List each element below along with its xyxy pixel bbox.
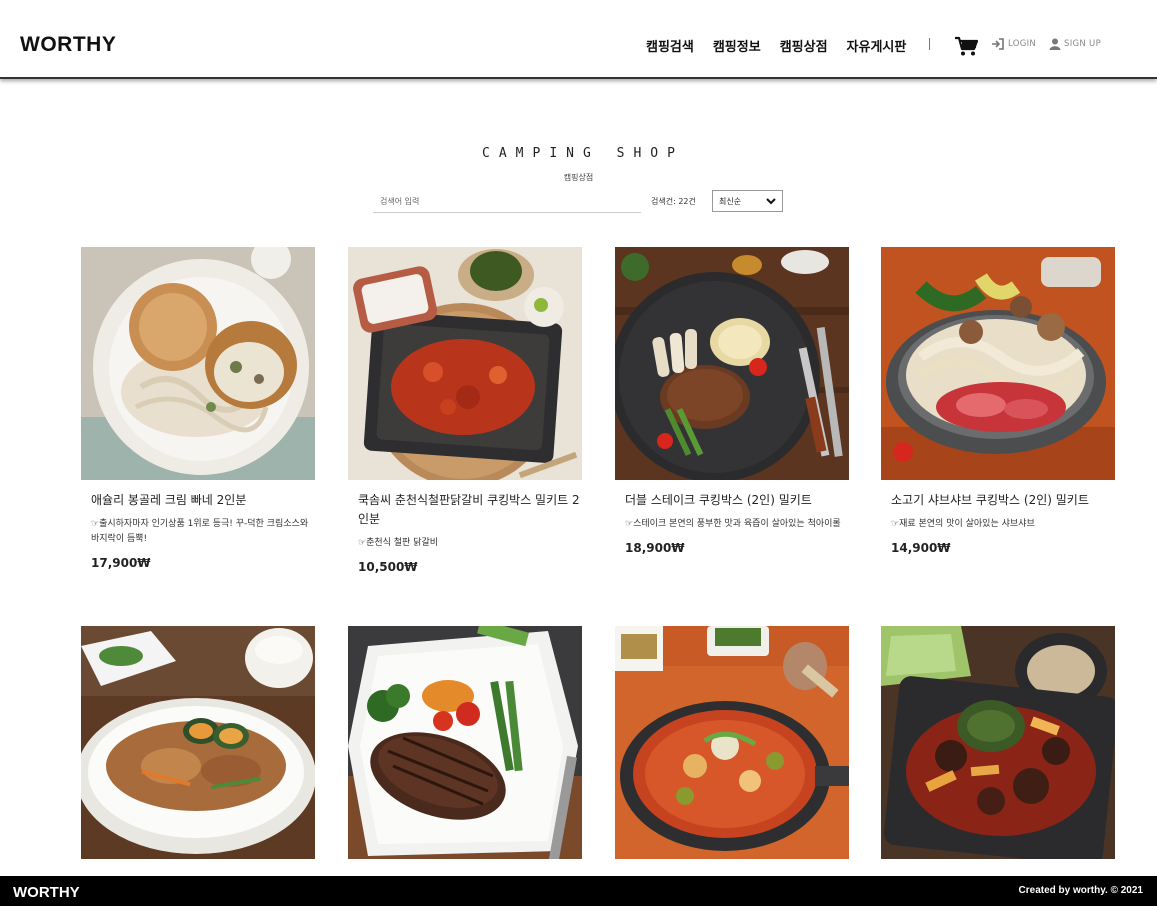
product-desc: ☞재료 본연의 맛이 살아있는 샤브샤브 [891, 519, 1035, 529]
product-image-grilled-steak[interactable] [348, 626, 582, 859]
product-card[interactable] [615, 626, 849, 870]
page-title: CAMPING SHOP [482, 146, 684, 161]
login-icon [992, 38, 1004, 50]
product-desc: ☞춘천식 철판 닭갈비 [358, 538, 439, 548]
product-price: 18,900₩ [625, 541, 685, 555]
product-name[interactable]: 소고기 샤브샤브 쿠킹박스 (2인) 밀키트 [881, 491, 1115, 510]
cart-icon[interactable] [954, 36, 978, 57]
product-card[interactable] [348, 626, 582, 870]
product-image-pasta[interactable] [81, 247, 315, 480]
nav-camping-shop[interactable]: 캠핑상점 [780, 36, 828, 55]
user-icon [1049, 38, 1061, 50]
login-link[interactable]: LOGIN [991, 38, 1036, 50]
search-input[interactable] [373, 190, 641, 213]
chevron-down-icon [766, 197, 776, 204]
product-image-shabu[interactable] [881, 247, 1115, 480]
pointing-hand-icon: ☞ [625, 519, 634, 529]
product-name[interactable]: 애슐리 봉골레 크림 빠네 2인분 [81, 491, 315, 510]
result-count: 검색건: 22건 [651, 197, 696, 206]
product-image-stew[interactable] [615, 626, 849, 859]
footer-logo: WORTHY [13, 884, 80, 901]
product-image-dakgalbi[interactable] [348, 247, 582, 480]
product-card[interactable]: 애슐리 봉골레 크림 빠네 2인분 ☞출시하자마자 인기상품 1위로 등극! 꾸… [81, 247, 315, 570]
page-subtitle: 캠핑상점 [563, 173, 594, 182]
login-label: LOGIN [1008, 39, 1037, 49]
nav-free-board[interactable]: 자유게시판 [847, 36, 907, 55]
product-desc: ☞출시하자마자 인기상품 1위로 등극! 꾸-덕한 크림소스와 바지락이 듬뿍! [91, 519, 309, 544]
footer: WORTHY Created by worthy. © 2021 [0, 876, 1157, 906]
pointing-hand-icon: ☞ [358, 538, 367, 548]
product-card[interactable]: 쿡솜씨 춘천식철판닭갈비 쿠킹박스 밀키트 2인분 ☞춘천식 철판 닭갈비 10… [348, 247, 582, 574]
product-desc: ☞스테이크 본연의 풍부한 맛과 육즙이 살아있는 척아이롤 [625, 519, 841, 529]
nav-camping-search[interactable]: 캠핑검색 [646, 36, 694, 55]
product-price: 10,500₩ [358, 560, 418, 574]
footer-copyright: Created by worthy. © 2021 [1018, 885, 1143, 896]
product-price: 14,900₩ [891, 541, 951, 555]
product-image-sundae[interactable] [881, 626, 1115, 859]
product-name[interactable]: 쿡솜씨 춘천식철판닭갈비 쿠킹박스 밀키트 2인분 [348, 491, 582, 529]
nav-camping-info[interactable]: 캠핑정보 [713, 36, 761, 55]
signup-label: SIGN UP [1064, 39, 1101, 49]
pointing-hand-icon: ☞ [891, 519, 900, 529]
product-card[interactable] [881, 626, 1115, 870]
logo[interactable]: WORTHY [20, 33, 116, 57]
sort-selected-label: 최신순 [719, 196, 742, 206]
nav-divider [929, 38, 930, 50]
product-card[interactable]: 소고기 샤브샤브 쿠킹박스 (2인) 밀키트 ☞재료 본연의 맛이 살아있는 샤… [881, 247, 1115, 555]
product-card[interactable] [81, 626, 315, 870]
header: WORTHY 캠핑검색 캠핑정보 캠핑상점 자유게시판 LOGIN SIGN U… [0, 0, 1157, 79]
product-price: 17,900₩ [91, 556, 151, 570]
sort-select[interactable]: 최신순 [712, 190, 783, 212]
product-card[interactable]: 더블 스테이크 쿠킹박스 (2인) 밀키트 ☞스테이크 본연의 풍부한 맛과 육… [615, 247, 849, 555]
product-image-pork[interactable] [81, 626, 315, 859]
main-nav: 캠핑검색 캠핑정보 캠핑상점 자유게시판 [646, 36, 906, 55]
product-image-steak[interactable] [615, 247, 849, 480]
signup-link[interactable]: SIGN UP [1049, 38, 1101, 50]
pointing-hand-icon: ☞ [91, 519, 100, 529]
product-name[interactable]: 더블 스테이크 쿠킹박스 (2인) 밀키트 [615, 491, 849, 510]
